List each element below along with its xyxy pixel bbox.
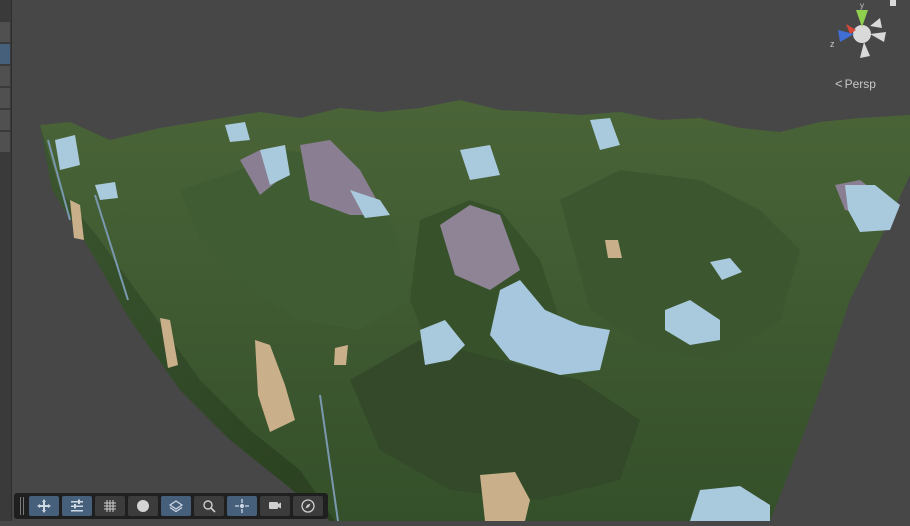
camera-button[interactable]	[260, 496, 290, 516]
rail-tab[interactable]	[0, 132, 10, 153]
gizmo-neg-x[interactable]	[870, 32, 886, 42]
tool-settings-button[interactable]	[62, 496, 92, 516]
terrain-render	[40, 100, 910, 522]
shading-button[interactable]	[128, 496, 158, 516]
rail-tab-active[interactable]	[0, 44, 10, 65]
projection-toggle[interactable]: < Persp	[835, 76, 876, 91]
layers-button[interactable]	[161, 496, 191, 516]
gizmo-neg-y[interactable]	[860, 42, 870, 58]
grid-icon	[104, 500, 116, 512]
sliders-icon	[71, 499, 83, 512]
gizmo-y-label: y	[860, 1, 864, 10]
left-panel-rail	[0, 0, 12, 521]
rail-tab[interactable]	[0, 66, 10, 87]
gizmo-y-axis[interactable]	[856, 10, 868, 27]
layers-icon	[168, 500, 184, 513]
chevron-left-icon: <	[835, 76, 843, 91]
navigation-button[interactable]	[293, 496, 323, 516]
circle-icon	[137, 500, 149, 512]
scene-toolbar	[14, 493, 328, 519]
rail-tab[interactable]	[0, 22, 10, 43]
gizmo-lock[interactable]	[890, 0, 896, 6]
toolbar-grip[interactable]	[18, 497, 26, 515]
gizmo-neg-z[interactable]	[870, 18, 882, 28]
gizmo-z-label: z	[830, 39, 835, 49]
projection-label: Persp	[844, 76, 876, 91]
move-tool-button[interactable]	[29, 496, 59, 516]
orientation-gizmo[interactable]: y z	[820, 0, 900, 70]
scene-viewport[interactable]	[0, 0, 910, 522]
grid-snap-button[interactable]	[95, 496, 125, 516]
camera-icon	[269, 502, 281, 509]
search-icon	[203, 500, 216, 513]
gizmo-center[interactable]	[853, 25, 871, 43]
move-arrows-icon	[37, 499, 51, 513]
pivot-button[interactable]	[227, 496, 257, 516]
compass-icon	[301, 499, 315, 513]
pivot-icon	[235, 499, 249, 513]
search-button[interactable]	[194, 496, 224, 516]
rail-tab[interactable]	[0, 110, 10, 131]
rail-tab[interactable]	[0, 88, 10, 109]
